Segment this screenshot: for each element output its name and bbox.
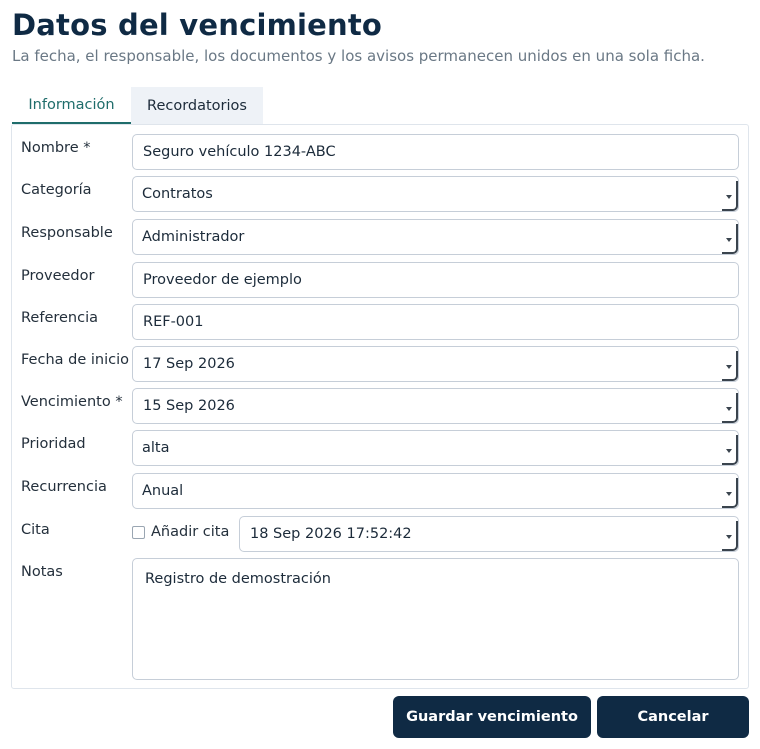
anadir-cita-label: Añadir cita xyxy=(151,524,230,540)
cancel-button[interactable]: Cancelar xyxy=(597,696,749,738)
notas-textarea[interactable]: Registro de demostración xyxy=(132,558,739,680)
vencimiento-value: 15 Sep 2026 xyxy=(143,398,235,414)
proveedor-input[interactable]: Proveedor de ejemplo xyxy=(132,262,739,298)
responsable-value: Administrador xyxy=(142,229,245,245)
chevron-down-icon xyxy=(722,393,738,423)
nombre-label: Nombre * xyxy=(21,140,91,156)
prioridad-value: alta xyxy=(142,440,170,456)
fecha-inicio-label: Fecha de inicio xyxy=(21,352,129,368)
cita-datetime-picker[interactable]: 18 Sep 2026 17:52:42 xyxy=(239,516,739,552)
anadir-cita-checkbox[interactable] xyxy=(132,525,145,539)
categoria-label: Categoría xyxy=(21,182,92,198)
recurrencia-label: Recurrencia xyxy=(21,479,107,495)
vencimiento-picker[interactable]: 15 Sep 2026 xyxy=(132,388,739,424)
vencimiento-label: Vencimiento * xyxy=(21,394,123,410)
proveedor-label: Proveedor xyxy=(21,268,95,284)
chevron-down-icon xyxy=(722,435,738,465)
tab-recordatorios[interactable]: Recordatorios xyxy=(131,87,263,124)
recurrencia-select[interactable]: Anual xyxy=(132,473,739,509)
prioridad-label: Prioridad xyxy=(21,436,86,452)
chevron-down-icon xyxy=(722,224,738,254)
notas-value: Registro de demostración xyxy=(145,571,331,587)
cita-value: 18 Sep 2026 17:52:42 xyxy=(250,526,412,542)
nombre-value: Seguro vehículo 1234-ABC xyxy=(143,144,336,160)
nombre-input[interactable]: Seguro vehículo 1234-ABC xyxy=(132,134,739,170)
responsable-select[interactable]: Administrador xyxy=(132,219,739,255)
save-button[interactable]: Guardar vencimiento xyxy=(393,696,591,738)
chevron-down-icon xyxy=(722,181,738,211)
recurrencia-value: Anual xyxy=(142,483,184,499)
chevron-down-icon xyxy=(722,521,738,551)
cita-label: Cita xyxy=(21,522,50,538)
tab-bar: Información Recordatorios xyxy=(12,87,752,125)
notas-label: Notas xyxy=(21,564,63,580)
page-subtitle: La fecha, el responsable, los documentos… xyxy=(12,47,705,65)
page-title: Datos del vencimiento xyxy=(12,8,383,42)
chevron-down-icon xyxy=(722,351,738,381)
chevron-down-icon xyxy=(722,478,738,508)
prioridad-select[interactable]: alta xyxy=(132,430,739,466)
tab-informacion[interactable]: Información xyxy=(12,87,131,124)
anadir-cita-toggle[interactable]: Añadir cita xyxy=(132,524,229,540)
categoria-select[interactable]: Contratos xyxy=(132,176,739,212)
responsable-label: Responsable xyxy=(21,225,113,241)
fecha-inicio-value: 17 Sep 2026 xyxy=(143,356,235,372)
categoria-value: Contratos xyxy=(142,186,213,202)
referencia-value: REF-001 xyxy=(143,314,204,330)
fecha-inicio-picker[interactable]: 17 Sep 2026 xyxy=(132,346,739,382)
referencia-input[interactable]: REF-001 xyxy=(132,304,739,340)
referencia-label: Referencia xyxy=(21,310,99,326)
proveedor-value: Proveedor de ejemplo xyxy=(143,272,302,288)
